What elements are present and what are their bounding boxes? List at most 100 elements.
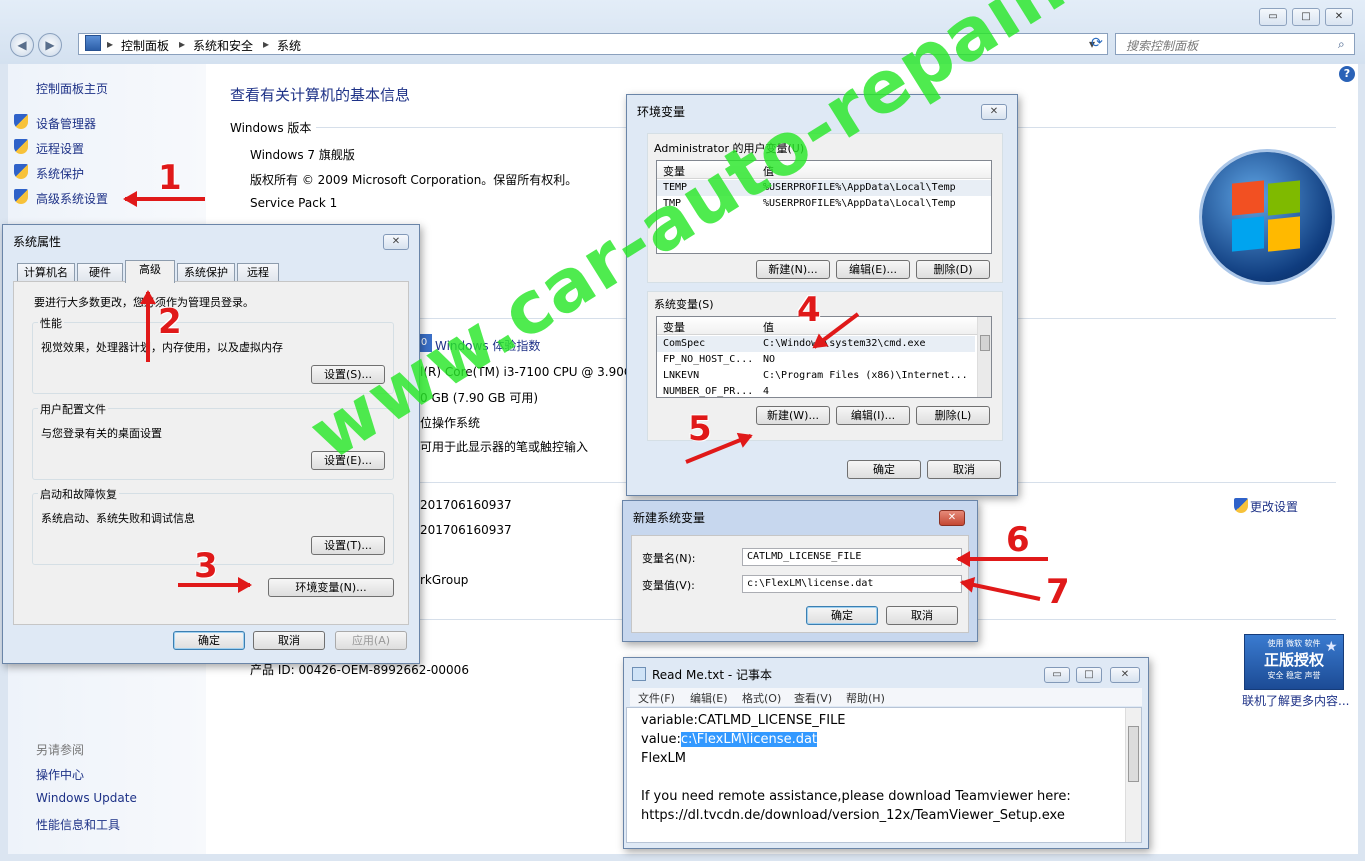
nav-control-panel-home[interactable]: 控制面板主页 (36, 80, 108, 97)
nav-action-center[interactable]: 操作中心 (36, 766, 84, 783)
search-input[interactable]: 搜索控制面板 ⌕ (1115, 33, 1355, 55)
workgroup-value: rkGroup (420, 573, 469, 587)
maximize-icon[interactable]: □ (1076, 667, 1102, 683)
maximize-button[interactable]: □ (1292, 8, 1320, 26)
close-icon[interactable]: ✕ (939, 510, 965, 526)
variable-value-input[interactable]: c:\FlexLM\license.dat (742, 575, 962, 593)
genuine-link[interactable]: 联机了解更多内容... (1242, 692, 1349, 709)
system-delete-button[interactable]: 删除(L) (916, 406, 990, 425)
window-title: Read Me.txt - 记事本 (652, 668, 772, 682)
group-desc: 与您登录有关的桌面设置 (41, 427, 162, 440)
shield-icon (14, 189, 28, 207)
tab-hardware[interactable]: 硬件 (77, 263, 123, 282)
menu-bar: 文件(F) 编辑(E) 格式(O) 查看(V) 帮助(H) (630, 688, 1142, 706)
table-row[interactable]: NUMBER_OF_PR... 4 (657, 384, 975, 397)
variable-name-label: 变量名(N): (642, 552, 696, 565)
service-pack: Service Pack 1 (250, 196, 338, 210)
dialog-title: 新建系统变量 (633, 511, 706, 525)
nav-advanced-system-settings[interactable]: 高级系统设置 (36, 190, 108, 207)
step-number: 5 (688, 409, 712, 449)
see-also-title: 另请参阅 (36, 743, 85, 757)
group-title: 系统变量(S) (654, 298, 714, 311)
nav-system-protection[interactable]: 系统保护 (36, 165, 84, 182)
table-row[interactable]: FP_NO_HOST_C... NO (657, 352, 975, 368)
user-new-button[interactable]: 新建(N)... (756, 260, 830, 279)
tab-remote[interactable]: 远程 (237, 263, 279, 282)
copyright-text: 版权所有 © 2009 Microsoft Corporation。保留所有权利… (250, 173, 578, 187)
step-number: 4 (797, 290, 821, 330)
nav-performance-tools[interactable]: 性能信息和工具 (36, 816, 120, 833)
menu-format[interactable]: 格式(O) (742, 690, 781, 706)
page-title: 查看有关计算机的基本信息 (230, 86, 411, 104)
minimize-button[interactable]: ▭ (1259, 8, 1287, 26)
refresh-icon[interactable]: ⟳ (1086, 35, 1108, 53)
scrollbar-thumb[interactable] (1128, 726, 1139, 782)
chevron-right-icon: ▸ (179, 37, 186, 51)
system-new-button[interactable]: 新建(W)... (756, 406, 830, 425)
menu-view[interactable]: 查看(V) (794, 690, 832, 706)
menu-file[interactable]: 文件(F) (638, 690, 675, 706)
control-panel-icon (85, 35, 101, 51)
user-edit-button[interactable]: 编辑(E)... (836, 260, 910, 279)
close-icon[interactable]: ✕ (1110, 667, 1140, 683)
breadcrumb-control-panel[interactable]: 控制面板 (121, 37, 169, 54)
text-line: If you need remote assistance,please dow… (641, 789, 1071, 804)
cancel-button[interactable]: 取消 (253, 631, 325, 650)
windows-logo (1202, 152, 1332, 282)
chevron-right-icon: ▸ (263, 37, 270, 51)
help-icon[interactable]: ? (1339, 66, 1355, 82)
shield-icon (14, 114, 28, 132)
nav-remote-settings[interactable]: 远程设置 (36, 140, 84, 157)
desktop: ▭ □ ✕ ◀ ▶ ▸ 控制面板 ▸ 系统和安全 ▸ 系统 ▾ ⟳ 搜索控制面板… (0, 0, 1365, 861)
variable-name-input[interactable]: CATLMD_LICENSE_FILE (742, 548, 962, 566)
apply-button[interactable]: 应用(A) (335, 631, 407, 650)
text-line: FlexLM (641, 751, 687, 766)
breadcrumb-system[interactable]: 系统 (277, 37, 301, 54)
column-header: 变量 (663, 321, 685, 334)
dialog-body: 变量名(N): CATLMD_LICENSE_FILE 变量值(V): c:\F… (631, 535, 969, 633)
step-number: 3 (194, 546, 218, 586)
back-arrow-icon[interactable]: ◀ (10, 33, 34, 57)
environment-variables-button[interactable]: 环境变量(N)... (268, 578, 394, 597)
shield-icon (1234, 498, 1248, 516)
text-area[interactable]: variable:CATLMD_LICENSE_FILE value:c:\Fl… (626, 707, 1142, 843)
scrollbar[interactable] (977, 317, 991, 397)
dialog-title: 系统属性 (13, 235, 62, 249)
ok-button[interactable]: 确定 (847, 460, 921, 479)
step-number: 1 (158, 158, 182, 198)
tab-system-protection[interactable]: 系统保护 (177, 263, 235, 282)
menu-edit[interactable]: 编辑(E) (690, 690, 728, 706)
nav-windows-update[interactable]: Windows Update (36, 791, 137, 805)
system-edit-button[interactable]: 编辑(I)... (836, 406, 910, 425)
user-delete-button[interactable]: 删除(D) (916, 260, 990, 279)
close-icon[interactable]: ✕ (981, 104, 1007, 120)
text-line: https://dl.tvcdn.de/download/version_12x… (641, 808, 1065, 823)
ok-button[interactable]: 确定 (806, 606, 878, 625)
list-header: 变量 值 (657, 317, 991, 335)
shield-icon (14, 139, 28, 157)
full-name-value: 201706160937 (420, 523, 512, 537)
ok-button[interactable]: 确定 (173, 631, 245, 650)
cancel-button[interactable]: 取消 (886, 606, 958, 625)
tab-advanced[interactable]: 高级 (125, 260, 175, 283)
tab-computer-name[interactable]: 计算机名 (17, 263, 75, 282)
close-button[interactable]: ✕ (1325, 8, 1353, 26)
notepad-window: Read Me.txt - 记事本 ▭ □ ✕ 文件(F) 编辑(E) 格式(O… (623, 657, 1149, 849)
forward-arrow-icon[interactable]: ▶ (38, 33, 62, 57)
step-number: 7 (1046, 572, 1070, 612)
change-settings-link[interactable]: 更改设置 (1250, 498, 1298, 515)
breadcrumb-system-security[interactable]: 系统和安全 (193, 37, 253, 54)
scrollbar-thumb[interactable] (980, 335, 990, 351)
edition-name: Windows 7 旗舰版 (250, 148, 355, 162)
startup-settings-button[interactable]: 设置(T)... (311, 536, 385, 555)
menu-help[interactable]: 帮助(H) (846, 690, 885, 706)
table-row[interactable]: LNKEVN C:\Program Files (x86)\Internet..… (657, 368, 975, 384)
nav-device-manager[interactable]: 设备管理器 (36, 115, 96, 132)
cancel-button[interactable]: 取消 (927, 460, 1001, 479)
minimize-icon[interactable]: ▭ (1044, 667, 1070, 683)
system-variables-list[interactable]: 变量 值 ComSpec C:\Windows\system32\cmd.exe… (656, 316, 992, 398)
group-desc: 系统启动、系统失败和调试信息 (41, 512, 195, 525)
close-icon[interactable]: ✕ (383, 234, 409, 250)
scrollbar[interactable] (1125, 708, 1141, 842)
genuine-badge: 使用 微软 软件 正版授权 安全 稳定 声誉 ★ (1244, 634, 1344, 690)
